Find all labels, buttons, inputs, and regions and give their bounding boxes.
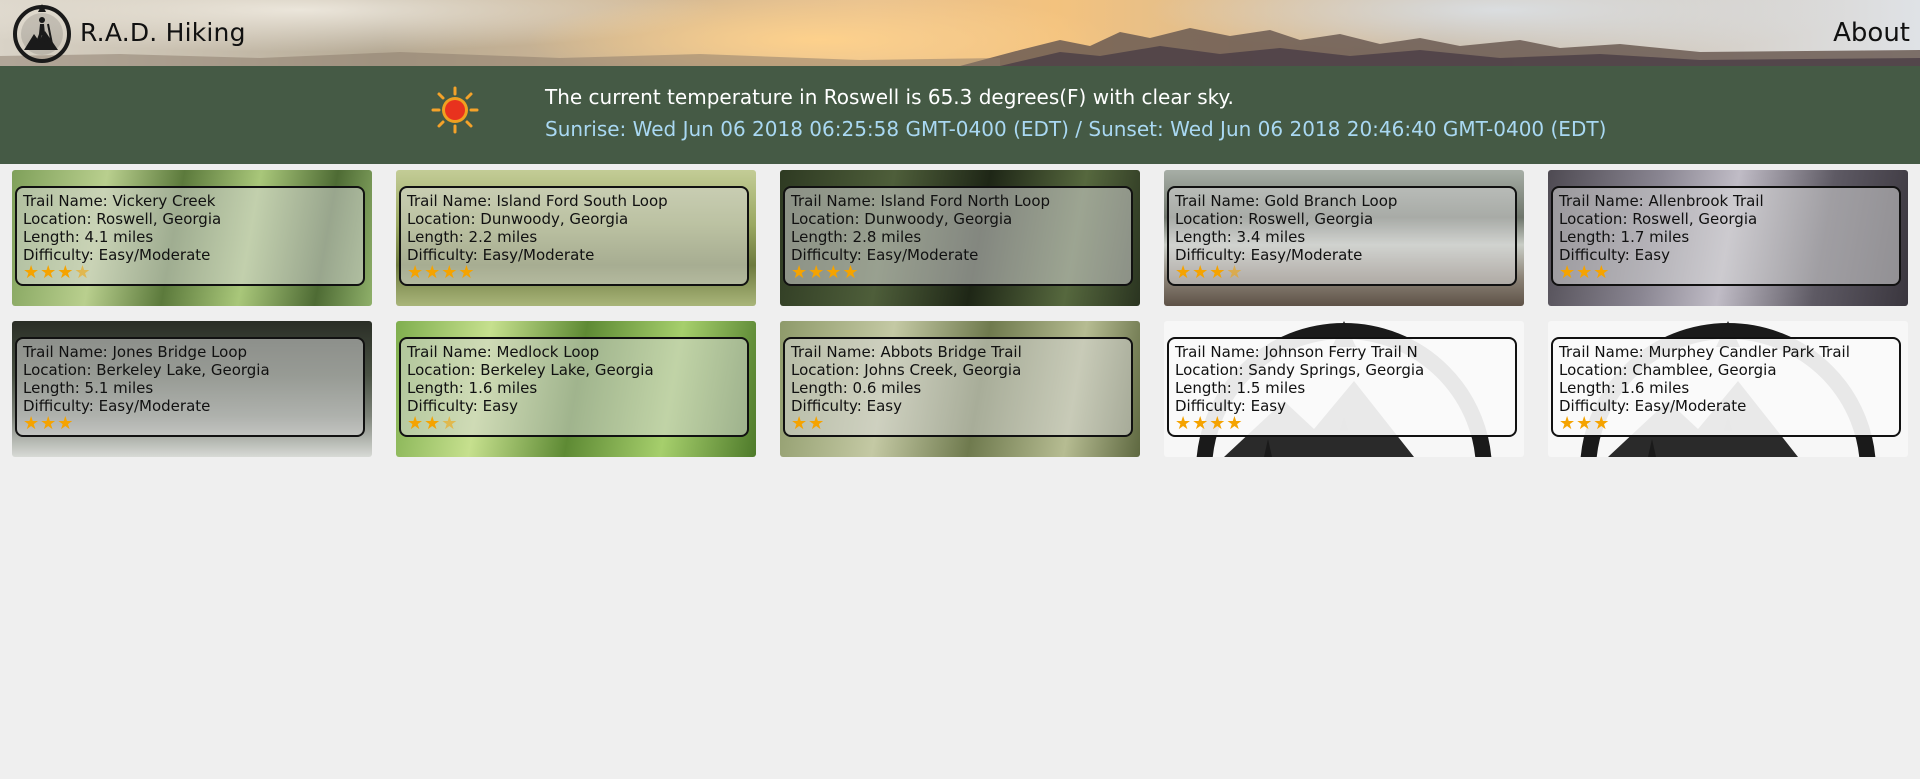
trail-info-box: Trail Name: Allenbrook Trail Location: Ro… xyxy=(1551,186,1901,286)
trail-length: Length: 4.1 miles xyxy=(23,228,154,246)
trail-info-box: Trail Name: Gold Branch Loop Location: Ro… xyxy=(1167,186,1517,286)
trail-info-box: Trail Name: Vickery Creek Location: Roswe… xyxy=(15,186,365,286)
compass-hiker-logo-icon[interactable] xyxy=(12,4,72,64)
trail-info-box: Trail Name: Jones Bridge Loop Location: B… xyxy=(15,337,365,437)
trail-location: Location: Sandy Springs, Georgia xyxy=(1175,361,1425,379)
trail-location: Location: Johns Creek, Georgia xyxy=(791,361,1022,379)
trail-length: Length: 1.7 miles xyxy=(1559,228,1690,246)
trail-location: Location: Roswell, Georgia xyxy=(1559,210,1758,228)
trail-rating-stars: ★★★★ xyxy=(1175,415,1509,433)
half-star-icon: ★ xyxy=(441,413,459,434)
trail-rating-stars: ★★ xyxy=(791,415,1125,433)
trail-card[interactable]: Trail Name: Jones Bridge Loop Location: B… xyxy=(12,321,372,457)
trail-length: Length: 0.6 miles xyxy=(791,379,922,397)
brand-name[interactable]: R.A.D. Hiking xyxy=(80,18,246,47)
trail-length: Length: 5.1 miles xyxy=(23,379,154,397)
trail-name: Trail Name: Island Ford North Loop xyxy=(791,192,1051,210)
trail-location: Location: Berkeley Lake, Georgia xyxy=(407,361,654,379)
about-link[interactable]: About xyxy=(1833,18,1910,48)
trail-location: Location: Roswell, Georgia xyxy=(1175,210,1374,228)
trail-info-box: Trail Name: Murphey Candler Park Trail Lo… xyxy=(1551,337,1901,437)
trail-length: Length: 1.5 miles xyxy=(1175,379,1306,397)
trail-rating-stars: ★★★★ xyxy=(23,264,357,282)
trail-name: Trail Name: Vickery Creek xyxy=(23,192,216,210)
mountain-silhouette xyxy=(0,28,1920,66)
trail-card[interactable]: Trail Name: Vickery Creek Location: Roswe… xyxy=(12,170,372,306)
trail-rating-stars: ★★★ xyxy=(1559,415,1893,433)
trail-difficulty: Difficulty: Easy xyxy=(791,397,902,415)
trail-name: Trail Name: Allenbrook Trail xyxy=(1559,192,1764,210)
trail-length: Length: 1.6 miles xyxy=(407,379,538,397)
trail-name: Trail Name: Abbots Bridge Trail xyxy=(791,343,1022,361)
trail-card[interactable]: Trail Name: Abbots Bridge Trail Location:… xyxy=(780,321,1140,457)
trail-rating-stars: ★★★ xyxy=(1559,264,1893,282)
star-icon: ★★ xyxy=(791,413,826,434)
trail-info-box: Trail Name: Johnson Ferry Trail N Locatio… xyxy=(1167,337,1517,437)
trail-rating-stars: ★★★★ xyxy=(791,264,1125,282)
current-temperature-text: The current temperature in Roswell is 65… xyxy=(545,85,1234,109)
trail-rating-stars: ★★★ xyxy=(23,415,357,433)
trail-card[interactable]: Trail Name: Medlock Loop Location: Berkel… xyxy=(396,321,756,457)
trail-name: Trail Name: Gold Branch Loop xyxy=(1175,192,1398,210)
trail-name: Trail Name: Island Ford South Loop xyxy=(407,192,668,210)
trail-card[interactable]: Trail Name: Murphey Candler Park Trail Lo… xyxy=(1548,321,1908,457)
half-star-icon: ★ xyxy=(74,262,92,283)
trail-card[interactable]: Trail Name: Island Ford South Loop Locati… xyxy=(396,170,756,306)
star-icon: ★★★ xyxy=(1175,262,1227,283)
trail-info-box: Trail Name: Medlock Loop Location: Berkel… xyxy=(399,337,749,437)
trail-card[interactable]: Trail Name: Gold Branch Loop Location: Ro… xyxy=(1164,170,1524,306)
trail-length: Length: 1.6 miles xyxy=(1559,379,1690,397)
trail-length: Length: 3.4 miles xyxy=(1175,228,1306,246)
trail-location: Location: Roswell, Georgia xyxy=(23,210,222,228)
trail-name: Trail Name: Jones Bridge Loop xyxy=(23,343,248,361)
star-icon: ★★ xyxy=(407,413,442,434)
trail-card[interactable]: Trail Name: Allenbrook Trail Location: Ro… xyxy=(1548,170,1908,306)
star-icon: ★★★ xyxy=(23,262,75,283)
trail-location: Location: Dunwoody, Georgia xyxy=(407,210,629,228)
weather-banner: The current temperature in Roswell is 65… xyxy=(0,66,1920,164)
trail-rating-stars: ★★★★ xyxy=(407,264,741,282)
star-icon: ★★★★ xyxy=(1175,413,1244,434)
half-star-icon: ★ xyxy=(1226,262,1244,283)
sunrise-sunset-text: Sunrise: Wed Jun 06 2018 06:25:58 GMT-04… xyxy=(545,117,1607,141)
trail-name: Trail Name: Medlock Loop xyxy=(407,343,600,361)
trail-length: Length: 2.2 miles xyxy=(407,228,538,246)
trail-info-box: Trail Name: Island Ford North Loop Locati… xyxy=(783,186,1133,286)
trail-length: Length: 2.8 miles xyxy=(791,228,922,246)
sun-icon xyxy=(431,86,479,134)
star-icon: ★★★ xyxy=(1559,262,1611,283)
trail-name: Trail Name: Murphey Candler Park Trail xyxy=(1559,343,1850,361)
trail-rating-stars: ★★★ xyxy=(407,415,741,433)
trail-location: Location: Berkeley Lake, Georgia xyxy=(23,361,270,379)
trail-name: Trail Name: Johnson Ferry Trail N xyxy=(1175,343,1418,361)
site-header: R.A.D. Hiking About xyxy=(0,0,1920,66)
star-icon: ★★★ xyxy=(1559,413,1611,434)
trail-location: Location: Chamblee, Georgia xyxy=(1559,361,1777,379)
star-icon: ★★★★ xyxy=(791,262,860,283)
trail-location: Location: Dunwoody, Georgia xyxy=(791,210,1013,228)
trail-card[interactable]: Trail Name: Island Ford North Loop Locati… xyxy=(780,170,1140,306)
trail-info-box: Trail Name: Island Ford South Loop Locati… xyxy=(399,186,749,286)
trail-info-box: Trail Name: Abbots Bridge Trail Location:… xyxy=(783,337,1133,437)
trail-rating-stars: ★★★★ xyxy=(1175,264,1509,282)
star-icon: ★★★★ xyxy=(407,262,476,283)
star-icon: ★★★ xyxy=(23,413,75,434)
trail-card[interactable]: Trail Name: Johnson Ferry Trail N Locatio… xyxy=(1164,321,1524,457)
